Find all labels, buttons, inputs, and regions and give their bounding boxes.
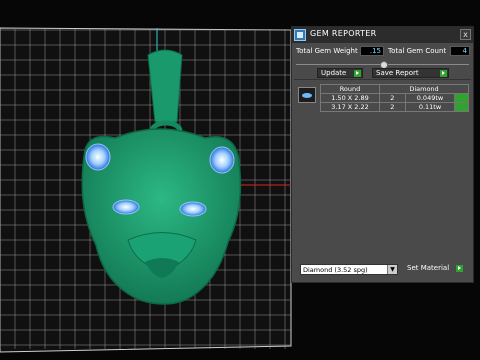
gem-size-cell: 1.50 X 2.89	[320, 93, 380, 103]
round-gem-thumbnail-icon	[298, 87, 316, 103]
update-button[interactable]: Update	[317, 68, 363, 78]
table-row[interactable]: 1.50 X 2.89 2 0.049tw	[320, 93, 469, 103]
left-ear-gem	[85, 143, 111, 171]
play-arrow-icon	[456, 265, 463, 272]
gem-report-table: Round Diamond 1.50 X 2.89 2 0.049tw 3.17…	[320, 84, 469, 112]
close-icon[interactable]: x	[460, 29, 471, 40]
gem-reporter-app-icon	[294, 29, 306, 41]
material-dropdown[interactable]: Diamond (3.52 spg) ▼	[300, 264, 398, 275]
panel-title: GEM REPORTER	[310, 29, 377, 38]
left-eye-gem	[112, 199, 140, 215]
set-material-button-label: Set Material	[407, 264, 450, 272]
panel-divider	[294, 79, 471, 80]
gem-weight-cell: 0.11tw	[404, 102, 456, 112]
table-header-material: Diamond	[379, 84, 469, 94]
update-button-label: Update	[321, 69, 347, 77]
right-ear-gem	[209, 146, 235, 174]
gem-reporter-panel: GEM REPORTER x Total Gem Weight .15 Tota…	[291, 26, 474, 283]
material-dropdown-value: Diamond (3.52 spg)	[303, 266, 368, 274]
total-gem-weight-value: .15	[360, 46, 384, 56]
total-gem-count-label: Total Gem Count	[388, 47, 447, 55]
play-arrow-icon	[354, 70, 361, 77]
save-report-button[interactable]: Save Report	[372, 68, 449, 78]
gem-count-cell: 2	[379, 93, 406, 103]
gem-size-cell: 3.17 X 2.22	[320, 102, 380, 112]
right-eye-gem	[179, 201, 207, 217]
row-select-arrow-icon[interactable]	[454, 102, 469, 112]
total-gem-count-value: 4	[450, 46, 470, 56]
gem-count-cell: 2	[379, 102, 406, 112]
panel-titlebar[interactable]: GEM REPORTER x	[292, 27, 473, 43]
chevron-down-icon: ▼	[387, 265, 397, 274]
table-header-cut: Round	[320, 84, 380, 94]
save-report-button-label: Save Report	[376, 69, 419, 77]
table-row[interactable]: 3.17 X 2.22 2 0.11tw	[320, 102, 469, 112]
gem-weight-cell: 0.049tw	[404, 93, 456, 103]
play-arrow-icon	[440, 70, 447, 77]
total-gem-weight-label: Total Gem Weight	[296, 47, 358, 55]
row-select-arrow-icon[interactable]	[454, 93, 469, 103]
table-header-row: Round Diamond	[320, 84, 469, 94]
set-material-button[interactable]: Set Material	[404, 264, 464, 274]
